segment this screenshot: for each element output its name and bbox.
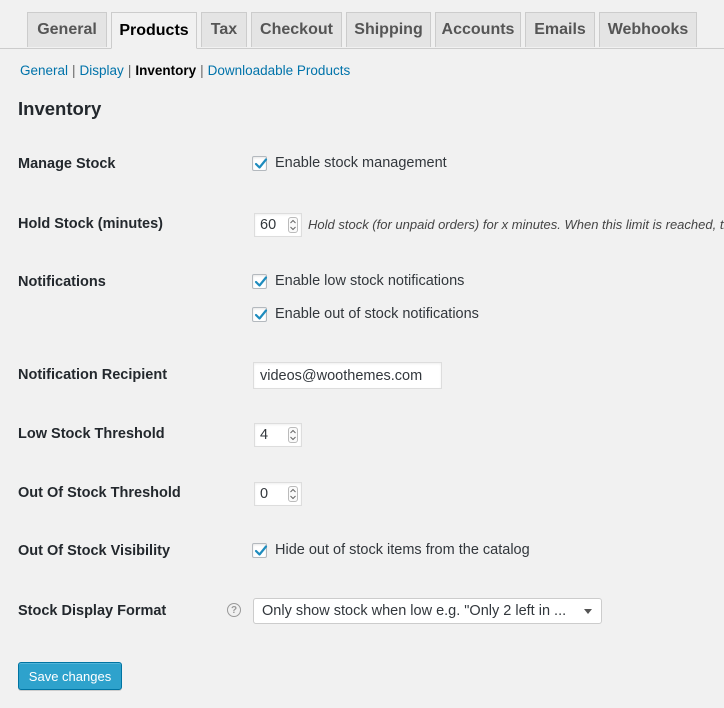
- out-of-stock-visibility-row: Hide out of stock items from the catalog: [252, 542, 530, 558]
- notification-recipient-input[interactable]: [253, 362, 442, 389]
- hide-out-of-stock-label[interactable]: Hide out of stock items from the catalog: [275, 542, 530, 558]
- manage-stock-checkbox-label[interactable]: Enable stock management: [275, 155, 447, 171]
- manage-stock-label: Manage Stock: [18, 156, 116, 172]
- low-stock-notification-label[interactable]: Enable low stock notifications: [275, 273, 464, 289]
- tab-checkout[interactable]: Checkout: [251, 12, 342, 47]
- stock-display-format-label: Stock Display Format: [18, 603, 167, 619]
- hold-stock-description: Hold stock (for unpaid orders) for x min…: [308, 217, 724, 232]
- subnav-general[interactable]: General: [20, 63, 68, 78]
- out-of-stock-notification-row: Enable out of stock notifications: [252, 306, 479, 322]
- spinner-icon[interactable]: [288, 217, 298, 233]
- section-title: Inventory: [18, 98, 102, 119]
- subnav-separator: |: [127, 63, 132, 78]
- out-of-stock-visibility-label: Out Of Stock Visibility: [18, 543, 171, 559]
- out-of-stock-threshold-label: Out Of Stock Threshold: [18, 485, 181, 501]
- tab-products[interactable]: Products: [111, 12, 197, 49]
- checkmark-icon: [254, 308, 268, 320]
- subnav-display[interactable]: Display: [80, 63, 124, 78]
- checkmark-icon: [254, 157, 268, 169]
- hold-stock-label: Hold Stock (minutes): [18, 216, 164, 232]
- manage-stock-row: Enable stock management: [252, 155, 447, 171]
- out-of-stock-threshold-input[interactable]: 0: [254, 482, 302, 506]
- hold-stock-value: 60: [260, 217, 277, 233]
- manage-stock-checkbox[interactable]: [252, 155, 268, 171]
- subnav-inventory: Inventory: [135, 63, 197, 78]
- stock-display-format-select[interactable]: Only show stock when low e.g. "Only 2 le…: [253, 598, 602, 624]
- question-circle-icon[interactable]: ?: [227, 603, 241, 617]
- notifications-label: Notifications: [18, 274, 106, 290]
- subnav-separator: |: [200, 63, 204, 78]
- out-of-stock-notification-checkbox[interactable]: [252, 306, 268, 322]
- tab-general[interactable]: General: [27, 12, 107, 47]
- spinner-icon[interactable]: [288, 427, 298, 443]
- low-stock-notification-checkbox[interactable]: [252, 273, 268, 289]
- tab-shipping[interactable]: Shipping: [346, 12, 431, 47]
- tab-emails[interactable]: Emails: [525, 12, 595, 47]
- subnav-downloadable-products[interactable]: Downloadable Products: [208, 63, 351, 78]
- hide-out-of-stock-checkbox[interactable]: [252, 542, 268, 558]
- low-stock-threshold-label: Low Stock Threshold: [18, 426, 165, 442]
- notification-recipient-label: Notification Recipient: [18, 367, 168, 383]
- tab-tax[interactable]: Tax: [201, 12, 247, 47]
- section-subnav: General | Display | Inventory | Downloadable P…: [20, 63, 350, 78]
- caret-down-icon: [584, 609, 592, 614]
- settings-page: General Products Tax Checkout Shipping A…: [0, 0, 724, 708]
- out-of-stock-threshold-value: 0: [260, 486, 269, 502]
- tab-accounts[interactable]: Accounts: [435, 12, 521, 47]
- hold-stock-input[interactable]: 60: [254, 213, 302, 237]
- tab-webhooks[interactable]: Webhooks: [599, 12, 697, 47]
- checkmark-icon: [254, 275, 268, 287]
- subnav-separator: |: [72, 63, 76, 78]
- out-of-stock-notification-label[interactable]: Enable out of stock notifications: [275, 306, 479, 322]
- stock-display-format-selected: Only show stock when low e.g. "Only 2 le…: [262, 603, 567, 619]
- save-changes-button[interactable]: Save changes: [18, 662, 122, 690]
- checkmark-icon: [254, 544, 268, 556]
- low-stock-threshold-input[interactable]: 4: [254, 423, 302, 447]
- low-stock-notification-row: Enable low stock notifications: [252, 273, 464, 289]
- spinner-icon[interactable]: [288, 486, 298, 502]
- low-stock-threshold-value: 4: [260, 427, 269, 443]
- settings-tab-bar: General Products Tax Checkout Shipping A…: [0, 0, 724, 49]
